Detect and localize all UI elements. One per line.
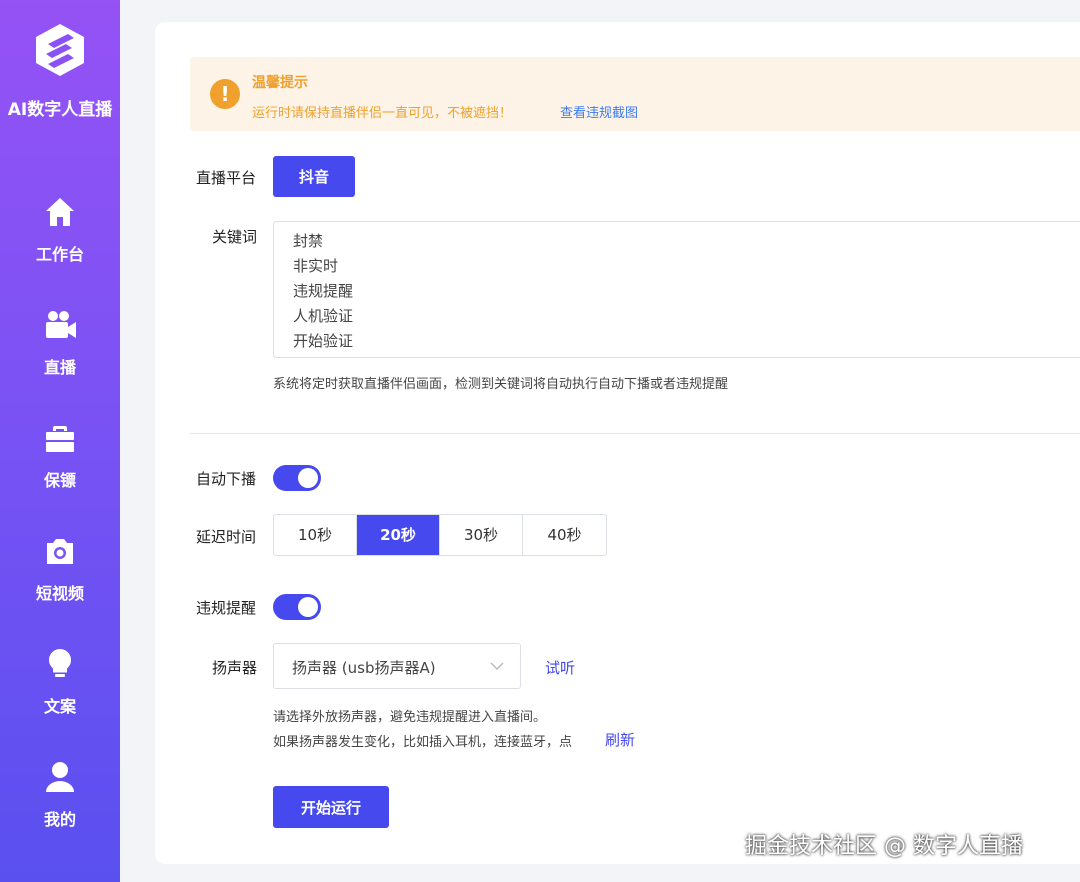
sidebar-item-short-video[interactable]: 短视频 [0, 534, 120, 624]
speaker-select-value: 扬声器 (usb扬声器A) [292, 659, 436, 677]
keywords-label: 关键词 [212, 228, 258, 246]
sidebar-item-bodyguard[interactable]: 保镖 [0, 421, 120, 511]
delay-option-10s[interactable]: 10秒 [274, 515, 357, 555]
delay-option-30s[interactable]: 30秒 [440, 515, 523, 555]
sidebar-item-label: 我的 [43, 810, 76, 829]
camera-icon [47, 539, 73, 564]
keyword-line: 违规提醒 [293, 282, 354, 300]
tip-banner: ! 温馨提示 运行时请保持直播伴侣一直可见，不被遮挡！ 查看违规截图 [190, 57, 1080, 131]
keyword-line: 非实时 [293, 257, 339, 275]
platform-label: 直播平台 [196, 169, 257, 187]
refresh-link[interactable]: 刷新 [605, 729, 635, 750]
delay-label: 延迟时间 [196, 528, 257, 546]
sidebar-item-label: 短视频 [35, 584, 84, 603]
tip-text: 运行时请保持直播伴侣一直可见，不被遮挡！ [252, 106, 513, 121]
home-icon [46, 198, 74, 226]
sidebar-item-mine[interactable]: 我的 [0, 760, 120, 850]
delay-segmented-control: 10秒 20秒 30秒 40秒 [273, 514, 607, 556]
keyword-line: 开始验证 [293, 332, 354, 350]
platform-douyin-button[interactable]: 抖音 [273, 156, 355, 197]
brand-title: AI数字人直播 [7, 100, 113, 120]
speaker-hint: 请选择外放扬声器，避免违规提醒进入直播间。 [273, 710, 547, 725]
toggle-knob [298, 597, 318, 617]
keywords-hint: 系统将定时获取直播伴侣画面，检测到关键词将自动执行自动下播或者违规提醒 [273, 377, 729, 392]
violation-alert-label: 违规提醒 [196, 599, 257, 617]
sidebar-item-workbench[interactable]: 工作台 [0, 195, 120, 285]
sidebar-item-label: 工作台 [35, 245, 84, 264]
sidebar-item-label: 直播 [43, 358, 76, 377]
video-camera-icon [46, 311, 76, 338]
briefcase-icon [46, 426, 74, 452]
sidebar-item-live[interactable]: 直播 [0, 308, 120, 398]
sidebar-item-copywriting[interactable]: 文案 [0, 647, 120, 737]
speaker-change-hint: 如果扬声器发生变化，比如插入耳机，连接蓝牙，点 [273, 735, 573, 750]
delay-option-20s[interactable]: 20秒 [357, 515, 440, 555]
sidebar-item-label: 保镖 [43, 471, 76, 490]
speaker-label: 扬声器 [212, 659, 258, 677]
tip-title: 温馨提示 [252, 75, 308, 91]
lightbulb-icon [48, 649, 72, 677]
logo-icon [36, 24, 84, 76]
violation-alert-toggle[interactable] [273, 594, 321, 620]
sidebar: AI数字人直播 工作台 直播 保镖 短视频 文案 我的 [0, 0, 120, 882]
delay-option-40s[interactable]: 40秒 [523, 515, 606, 555]
speaker-select[interactable]: 扬声器 (usb扬声器A) [273, 643, 521, 689]
keywords-textarea[interactable]: 封禁 非实时 违规提醒 人机验证 开始验证 [273, 221, 1080, 358]
user-icon [46, 762, 74, 792]
section-divider [190, 433, 1080, 434]
keyword-line: 人机验证 [293, 307, 354, 325]
watermark: 掘金技术社区 @ 数字人直播 [745, 834, 1023, 859]
toggle-knob [298, 468, 318, 488]
keyword-line: 封禁 [293, 232, 324, 250]
exclamation-icon: ! [210, 79, 240, 109]
view-violation-screenshot-link[interactable]: 查看违规截图 [560, 102, 638, 121]
auto-stop-toggle[interactable] [273, 465, 321, 491]
auto-stop-label: 自动下播 [196, 470, 257, 488]
sidebar-item-label: 文案 [43, 697, 76, 716]
start-run-button[interactable]: 开始运行 [273, 786, 389, 828]
test-listen-link[interactable]: 试听 [545, 657, 575, 678]
chevron-down-icon [490, 662, 504, 671]
